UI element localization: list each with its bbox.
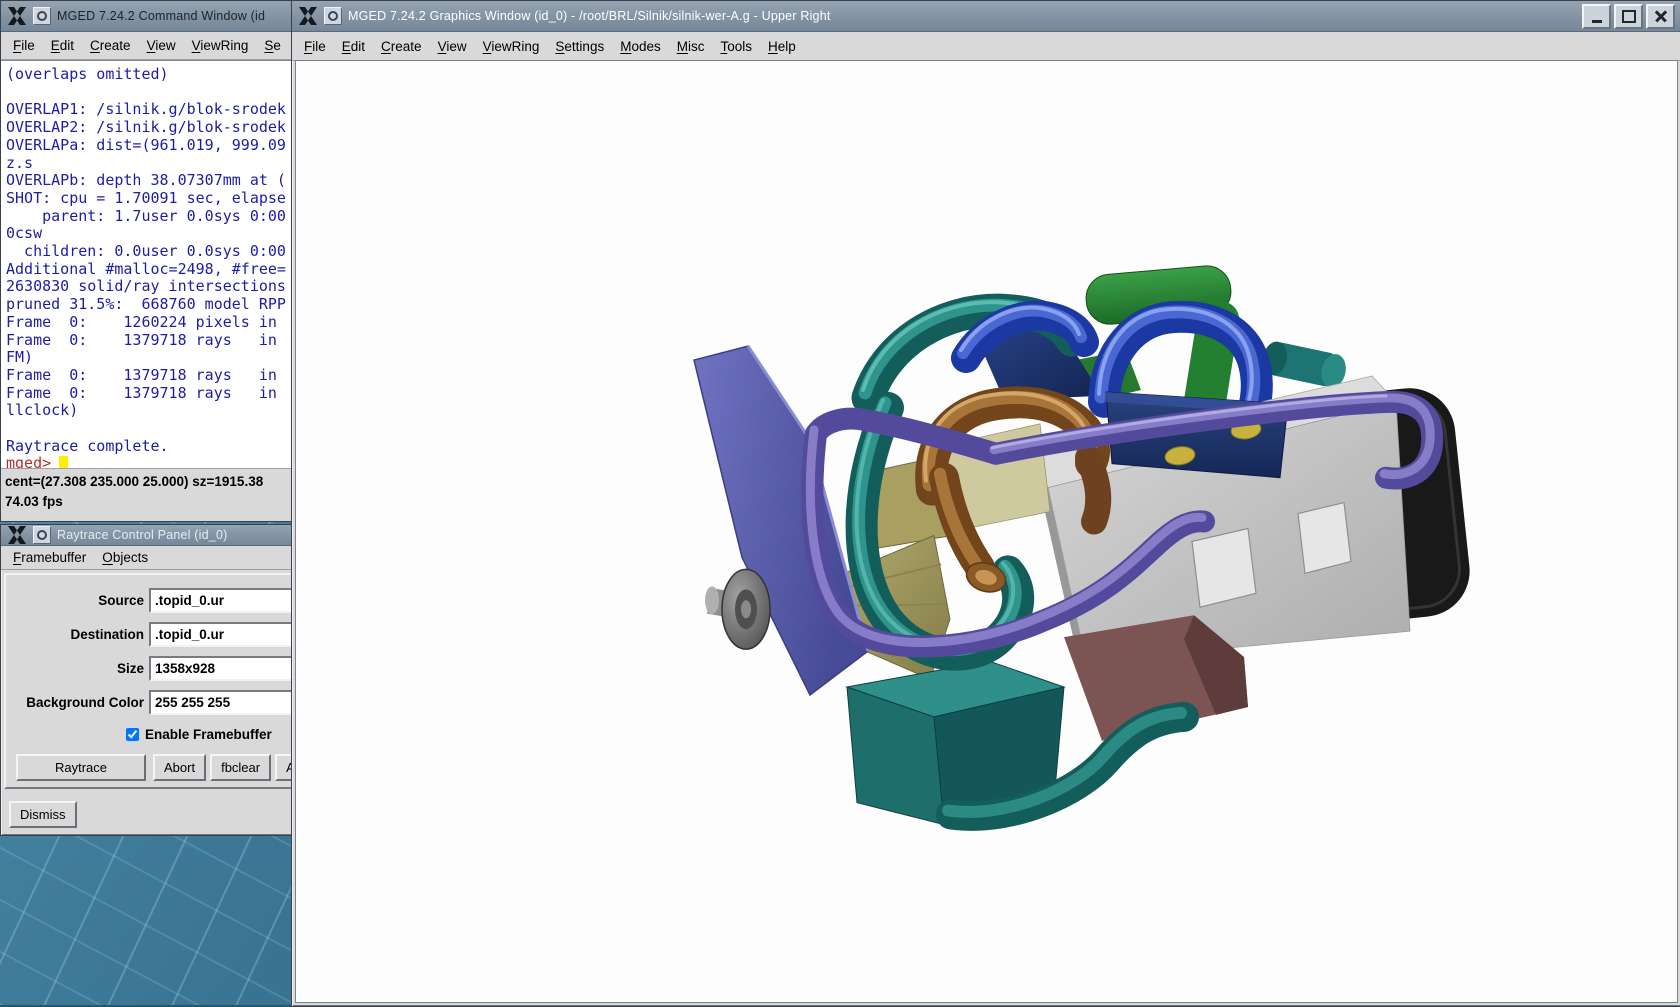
window-controls <box>1582 4 1675 29</box>
dismiss-button[interactable]: Dismiss <box>9 801 77 828</box>
graphics-window: MGED 7.24.2 Graphics Window (id_0) - /ro… <box>291 0 1680 1007</box>
window-menu-icon[interactable] <box>324 7 342 25</box>
menu-view[interactable]: View <box>430 35 475 58</box>
menu-help[interactable]: Help <box>760 35 804 58</box>
source-label: Source <box>6 593 149 608</box>
menu-modes[interactable]: Modes <box>612 35 669 58</box>
destination-label: Destination <box>6 627 149 642</box>
menu-file[interactable]: File <box>296 35 334 58</box>
menu-viewring[interactable]: ViewRing <box>475 35 548 58</box>
menu-settings-clipped[interactable]: Se <box>256 34 289 57</box>
menu-view[interactable]: View <box>139 34 184 57</box>
minimize-icon <box>1592 20 1602 23</box>
text-cursor <box>59 456 68 468</box>
enable-framebuffer-label: Enable Framebuffer <box>145 727 272 742</box>
close-icon <box>1654 9 1668 23</box>
abort-button[interactable]: Abort <box>153 754 206 781</box>
coolant-stub <box>1260 339 1349 390</box>
maximize-button[interactable] <box>1614 4 1643 29</box>
window-menu-icon[interactable] <box>33 7 51 25</box>
mged-app-icon <box>298 6 318 26</box>
background-color-label: Background Color <box>6 695 149 710</box>
menu-viewring[interactable]: ViewRing <box>184 34 257 57</box>
fan-blade <box>694 346 868 695</box>
engine-raytrace-render <box>296 61 1677 1002</box>
mged-app-icon <box>7 6 27 26</box>
menu-create[interactable]: Create <box>82 34 139 57</box>
command-window-title: MGED 7.24.2 Command Window (id <box>57 9 265 23</box>
screen: { "command_window": { "title": "MGED 7.2… <box>0 0 1680 1005</box>
menu-file[interactable]: File <box>5 34 43 57</box>
menu-edit[interactable]: Edit <box>334 35 373 58</box>
mged-app-icon <box>7 525 27 545</box>
window-menu-icon[interactable] <box>33 526 51 544</box>
graphics-titlebar[interactable]: MGED 7.24.2 Graphics Window (id_0) - /ro… <box>292 1 1680 32</box>
close-button[interactable] <box>1646 4 1675 29</box>
menu-create[interactable]: Create <box>373 35 430 58</box>
menu-misc[interactable]: Misc <box>669 35 713 58</box>
enable-framebuffer-checkbox[interactable] <box>126 728 139 741</box>
pulley <box>705 569 770 649</box>
mged-prompt: mged> <box>6 455 51 468</box>
graphics-window-title: MGED 7.24.2 Graphics Window (id_0) - /ro… <box>348 9 831 23</box>
menu-edit[interactable]: Edit <box>43 34 82 57</box>
maximize-icon <box>1622 10 1636 23</box>
graphics-menubar: File Edit Create View ViewRing Settings … <box>292 32 1680 61</box>
graphics-canvas[interactable] <box>295 60 1678 1003</box>
fbclear-button[interactable]: fbclear <box>210 754 271 781</box>
minimize-button[interactable] <box>1582 4 1611 29</box>
raytrace-panel-title: Raytrace Control Panel (id_0) <box>57 528 227 542</box>
menu-objects[interactable]: Objects <box>94 546 156 569</box>
raytrace-button[interactable]: Raytrace <box>16 754 146 781</box>
menu-tools[interactable]: Tools <box>712 35 760 58</box>
size-label: Size <box>6 661 149 676</box>
menu-framebuffer[interactable]: Framebuffer <box>5 546 94 569</box>
menu-settings[interactable]: Settings <box>547 35 612 58</box>
